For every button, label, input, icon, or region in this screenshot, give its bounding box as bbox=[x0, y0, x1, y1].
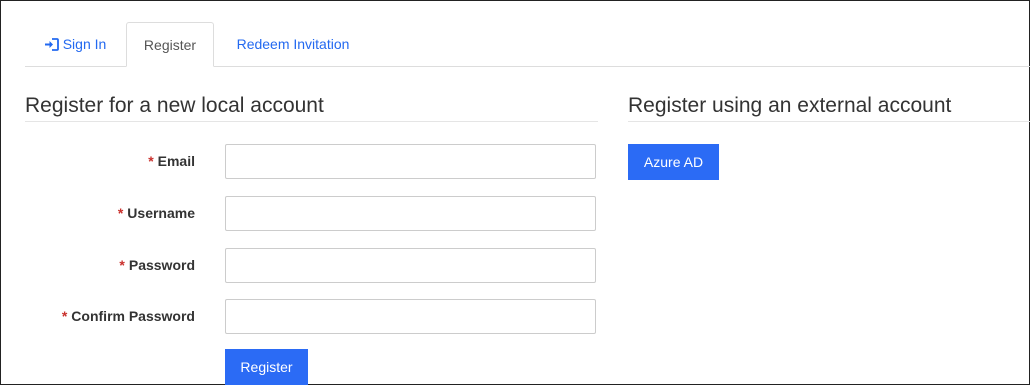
confirm-password-label: * Confirm Password bbox=[25, 299, 195, 333]
confirm-password-field[interactable] bbox=[225, 299, 596, 334]
azure-ad-button[interactable]: Azure AD bbox=[628, 144, 719, 180]
tab-register-label: Register bbox=[143, 36, 197, 53]
confirm-password-label-text: Confirm Password bbox=[71, 308, 195, 324]
register-button[interactable]: Register bbox=[225, 349, 308, 385]
tab-bar: Sign In Register Redeem Invitation bbox=[25, 22, 1030, 67]
password-field[interactable] bbox=[225, 248, 596, 283]
password-label-text: Password bbox=[128, 257, 195, 273]
username-label-text: Username bbox=[127, 205, 195, 221]
tab-sign-in[interactable]: Sign In bbox=[25, 22, 125, 66]
tab-sign-in-label: Sign In bbox=[62, 36, 107, 52]
local-heading-divider bbox=[25, 121, 598, 122]
username-label: * Username bbox=[25, 196, 195, 230]
username-field[interactable] bbox=[225, 196, 596, 231]
local-account-heading: Register for a new local account bbox=[25, 94, 324, 117]
email-label-text: Email bbox=[157, 153, 195, 169]
required-marker: * bbox=[119, 257, 125, 273]
tab-register[interactable]: Register bbox=[126, 22, 214, 67]
email-field[interactable] bbox=[225, 144, 596, 179]
required-marker: * bbox=[148, 153, 154, 169]
password-label: * Password bbox=[25, 248, 195, 282]
email-label: * Email bbox=[25, 144, 195, 178]
tab-redeem-invitation[interactable]: Redeem Invitation bbox=[218, 22, 368, 66]
external-heading-divider bbox=[628, 121, 1030, 122]
required-marker: * bbox=[117, 205, 124, 221]
tab-redeem-invitation-label: Redeem Invitation bbox=[236, 36, 350, 52]
sign-in-icon bbox=[44, 37, 59, 51]
external-account-heading: Register using an external account bbox=[628, 94, 952, 117]
required-marker: * bbox=[61, 308, 68, 324]
